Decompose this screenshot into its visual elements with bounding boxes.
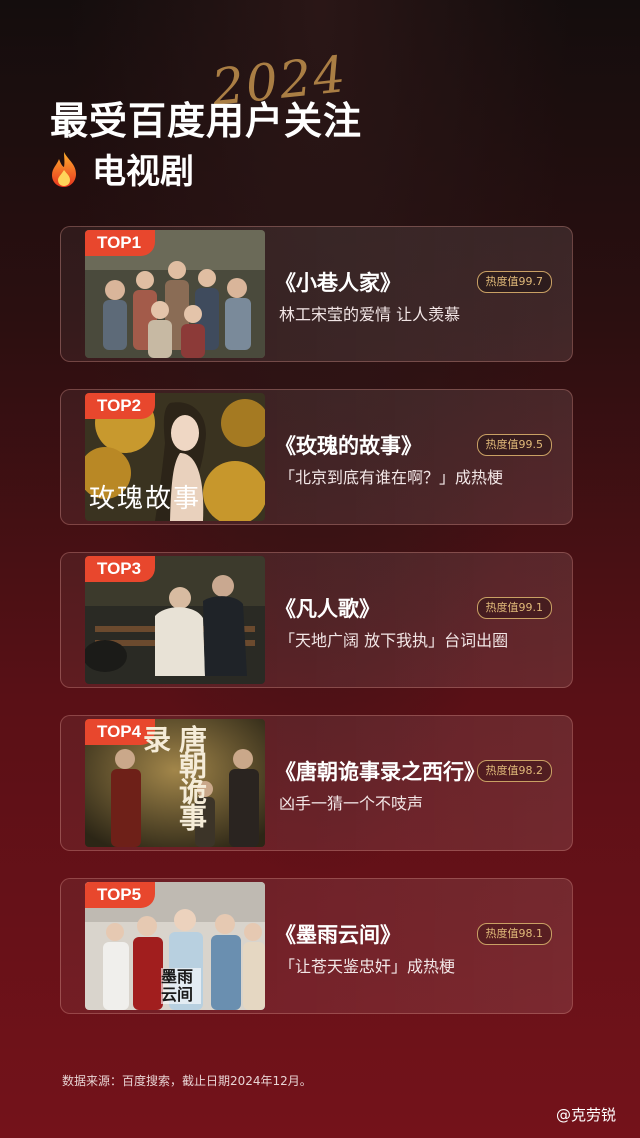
poster-caption: 墨雨云间 (161, 968, 201, 1004)
poster-2: TOP2 玫瑰故事 (85, 393, 265, 521)
show-title[interactable]: 《小巷人家》 (275, 267, 401, 297)
heat-badge: 热度值99.7 (476, 271, 552, 293)
rank-badge: TOP5 (85, 882, 156, 908)
ranking-card-4[interactable]: TOP4 唐朝诡事录 《唐朝诡事录之西行》 热度值98.2 凶手一猜一个不吱声 (60, 715, 573, 851)
show-title[interactable]: 《唐朝诡事录之西行》 (275, 756, 485, 786)
poster-4: TOP4 唐朝诡事录 (85, 719, 265, 847)
show-description: 「北京到底有谁在啊？」成热梗 (279, 468, 504, 487)
heat-badge: 热度值98.1 (476, 923, 552, 945)
poster-caption: 玫瑰故事 (89, 484, 202, 514)
show-title[interactable]: 《墨雨云间》 (275, 919, 401, 949)
poster-1: TOP1 (85, 230, 265, 358)
page-title: 最受百度用户关注 (50, 99, 363, 143)
heat-badge: 热度值99.1 (476, 597, 552, 619)
show-description: 凶手一猜一个不吱声 (279, 794, 424, 813)
ranking-card-5[interactable]: TOP5 墨雨云间 《墨雨云间》 热度值98.1 「让苍天鉴忠奸」成热梗 (60, 878, 573, 1014)
ranking-card-3[interactable]: TOP3 《凡人歌》 热度值99.1 「天地广阔 放下我执」台词出圈 (60, 552, 573, 688)
subtitle-row: 电视剧 (48, 144, 194, 193)
heat-badge: 热度值98.2 (476, 760, 552, 782)
show-title[interactable]: 《玫瑰的故事》 (275, 430, 422, 460)
show-description: 林工宋莹的爱情 让人羡慕 (279, 305, 461, 324)
rank-badge: TOP1 (85, 230, 156, 256)
data-source-note: 数据来源：百度搜索，截止日期2024年12月。 (62, 1074, 312, 1088)
rank-badge: TOP2 (85, 393, 156, 419)
poster-5: TOP5 墨雨云间 (85, 882, 265, 1010)
poster-3: TOP3 (85, 556, 265, 684)
fire-icon (52, 151, 76, 187)
ranking-card-1[interactable]: TOP1 《小巷人家》 热度值99.7 林工宋莹的爱情 让人羡慕 (60, 226, 573, 362)
show-description: 「天地广阔 放下我执」台词出圈 (279, 631, 509, 650)
page-subtitle: 电视剧 (92, 152, 194, 192)
rank-badge: TOP3 (85, 556, 156, 582)
watermark: @克劳锐 (555, 1106, 616, 1124)
poster-caption: 唐朝诡事录 (139, 725, 208, 829)
show-title[interactable]: 《凡人歌》 (275, 593, 380, 623)
heat-badge: 热度值99.5 (476, 434, 552, 456)
ranking-card-2[interactable]: TOP2 玫瑰故事 《玫瑰的故事》 热度值99.5 「北京到底有谁在啊？」成热梗 (60, 389, 573, 525)
show-description: 「让苍天鉴忠奸」成热梗 (279, 957, 456, 976)
